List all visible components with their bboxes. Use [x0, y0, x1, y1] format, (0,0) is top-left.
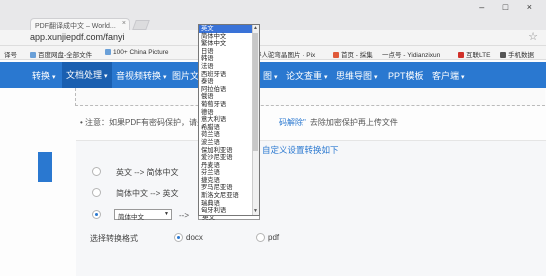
chevron-down-icon: ▾ [104, 73, 108, 80]
bookmark-item[interactable]: 伴人驼弯晶图片 · Pix [255, 49, 315, 59]
chevron-down-icon: ▾ [274, 74, 278, 81]
dropdown-option[interactable]: 荷兰语 [199, 131, 259, 139]
bookmark-icon [105, 49, 111, 55]
browser-titlebar: PDF翻译成中文 – World... × – □ × [0, 0, 546, 30]
source-language-select[interactable]: 简体中文 ▼ [114, 209, 172, 221]
chevron-down-icon: ▾ [374, 74, 378, 81]
arrow-label: --> [179, 211, 189, 220]
bookmark-item[interactable]: 译号 [4, 49, 17, 59]
nav-item-plagiarism[interactable]: 论文查重 ▾ [286, 69, 328, 82]
nav-item-client[interactable]: 客户端 ▾ [432, 69, 465, 82]
dropdown-option[interactable]: 匈牙利语 [199, 207, 259, 215]
bookmarks-bar: 译号 百度网盘-全部文件 100+ China Picture 9 伴人驼弯晶图… [0, 46, 546, 60]
bookmark-item[interactable]: 百度网盘-全部文件 [30, 49, 92, 59]
dropdown-option[interactable]: 繁体中文 [199, 40, 259, 48]
bookmark-item[interactable]: 100+ China Picture [105, 49, 168, 56]
radio-custom[interactable] [92, 210, 101, 219]
radio-zh-to-en[interactable] [92, 188, 101, 197]
format-label: 选择转换格式 [90, 234, 138, 243]
custom-settings-link[interactable]: 自定义设置转换如下 [262, 144, 339, 156]
bookmark-icon [30, 52, 36, 58]
radio-pdf[interactable] [256, 233, 265, 242]
dropdown-option[interactable]: 泰语 [199, 78, 259, 86]
window-controls[interactable]: – □ × [479, 2, 540, 12]
dropdown-option[interactable]: 俄语 [199, 93, 259, 101]
nav-item-doc-process[interactable]: 文档处理 ▾ [62, 62, 112, 88]
dropdown-option[interactable]: 罗马尼亚语 [199, 184, 259, 192]
dropdown-option[interactable]: 意大利语 [199, 116, 259, 124]
bookmark-item[interactable]: 手机数据 [500, 49, 534, 59]
dropdown-option[interactable]: 斯洛文尼亚语 [199, 192, 259, 200]
chevron-down-icon: ▾ [163, 74, 167, 81]
tab-title: PDF翻译成中文 – World... [35, 23, 116, 30]
bookmark-item[interactable]: 互联LTE [458, 49, 490, 59]
dropdown-option[interactable]: 保加利亚语 [199, 147, 259, 155]
scroll-up-icon[interactable]: ▲ [252, 25, 259, 32]
chevron-down-icon: ▾ [461, 74, 465, 81]
site-nav: 转换 ▾ 文档处理 ▾ 音视频转换 ▾ 图片文字 图 ▾ 论文查重 ▾ 思维导图 ▾ PPT… [0, 62, 546, 88]
options-panel [76, 140, 546, 276]
nav-item-partial[interactable]: 图 ▾ [263, 69, 278, 82]
dropdown-option[interactable]: 葡萄牙语 [199, 101, 259, 109]
option-en-to-zh-label: 英文 --> 简体中文 [116, 168, 179, 177]
browser-tab[interactable]: PDF翻译成中文 – World... × [30, 18, 130, 30]
dropdown-option[interactable]: 英文 [199, 25, 259, 33]
option-zh-to-en-label: 简体中文 --> 英文 [116, 189, 179, 198]
dropdown-option[interactable]: 法语 [199, 63, 259, 71]
docx-label: docx [186, 233, 203, 242]
chevron-down-icon: ▾ [324, 74, 328, 81]
chevron-down-icon: ▾ [52, 74, 56, 81]
nav-item-ppt[interactable]: PPT模板 [388, 69, 424, 82]
radio-docx[interactable] [174, 233, 183, 242]
dropdown-option[interactable]: 波兰语 [199, 139, 259, 147]
bookmark-icon [500, 52, 506, 58]
radio-en-to-zh[interactable] [92, 167, 101, 176]
bookmark-item[interactable]: 一点号 - Yidianzixun [382, 49, 440, 59]
url-text[interactable]: app.xunjiepdf.com/fanyi [30, 32, 125, 42]
bookmark-star-icon[interactable]: ☆ [528, 30, 538, 43]
dropdown-option[interactable]: 韩语 [199, 55, 259, 63]
bookmark-icon [333, 52, 339, 58]
dropdown-option[interactable]: 德语 [199, 109, 259, 117]
address-bar[interactable]: app.xunjiepdf.com/fanyi ☆ [0, 30, 546, 46]
new-tab-button[interactable] [132, 20, 150, 30]
upload-panel [75, 88, 545, 106]
tab-close-icon[interactable]: × [122, 20, 126, 27]
scrollbar-thumb[interactable] [253, 33, 258, 151]
pdf-label: pdf [268, 233, 280, 242]
dropdown-option[interactable]: 爱沙尼亚语 [199, 154, 259, 162]
scroll-down-icon[interactable]: ▼ [252, 208, 259, 215]
side-tab-button[interactable] [38, 152, 52, 182]
nav-item-convert[interactable]: 转换 ▾ [32, 69, 56, 82]
language-dropdown-list[interactable]: 英文 简体中文 繁体中文 日语 韩语 法语 西班牙语 泰语 阿拉伯语 俄语 葡萄… [198, 24, 260, 216]
bookmark-item[interactable]: 首页 - 採集 [333, 49, 373, 59]
dropdown-option[interactable]: 芬兰语 [199, 169, 259, 177]
bookmark-icon [458, 52, 464, 58]
chevron-down-icon: ▼ [164, 211, 169, 217]
nav-item-av-convert[interactable]: 音视频转换 ▾ [116, 69, 167, 82]
unlock-link[interactable]: 码解除" [279, 118, 306, 127]
nav-item-mindmap[interactable]: 思维导图 ▾ [336, 69, 378, 82]
